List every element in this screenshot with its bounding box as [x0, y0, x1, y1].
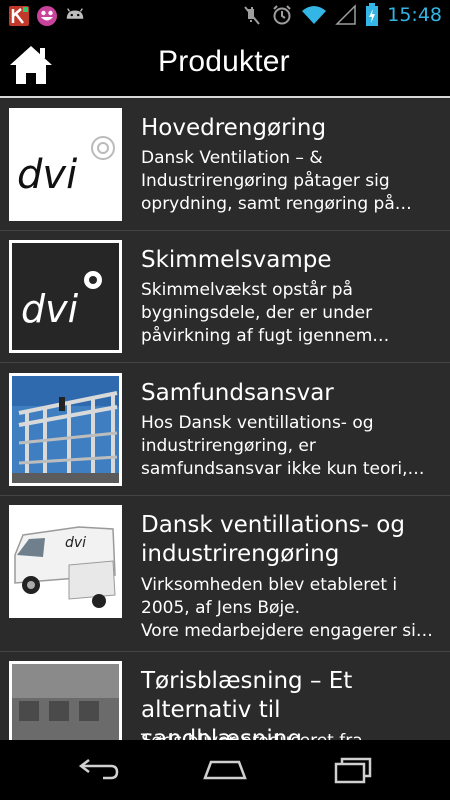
item-description: Virksomheden blev etableret i 2005, af J…: [141, 575, 433, 641]
svg-text:dvi: dvi: [65, 535, 86, 551]
item-title: Dansk ventillations- og industrirengørin…: [141, 512, 405, 567]
building-photo: [9, 661, 122, 740]
page-title: Produkter: [158, 45, 290, 78]
scaffolding-photo: [9, 373, 122, 486]
back-icon[interactable]: [73, 754, 121, 786]
svg-text:dvi: dvi: [17, 152, 77, 198]
recent-apps-icon[interactable]: [330, 754, 378, 786]
list-item-skimmelsvampe[interactable]: dvi Skimmelsvampe Skimmelvækst opstår på…: [0, 231, 450, 363]
item-title: Hovedrengøring: [141, 115, 327, 141]
alarm-icon: [273, 5, 291, 25]
item-title: Skimmelsvampe: [141, 247, 332, 273]
system-icons: 15:48: [241, 3, 442, 27]
navigation-bar: [0, 740, 450, 800]
svg-text:dvi: dvi: [21, 287, 79, 331]
list-item-torisblaesning[interactable]: Tørisblæsning – Et alternativ til sandbl…: [0, 652, 450, 740]
wifi-icon: [302, 6, 327, 24]
dvi-dark-thumbnail: dvi: [9, 240, 122, 353]
list-item-hovedrengoring[interactable]: dvi Hovedrengøring Dansk Ventilation – &…: [0, 98, 450, 231]
dvi-dark-logo-image: dvi: [9, 240, 122, 353]
action-bar: Produkter: [0, 33, 450, 97]
clock: 15:48: [387, 4, 442, 26]
list-item-dansk-ventillations[interactable]: dvi Dansk ventillations- og industrireng…: [0, 496, 450, 652]
list-item-samfundsansvar[interactable]: Samfundsansvar Hos Dansk ventillations- …: [0, 363, 450, 496]
building-thumbnail: [9, 661, 122, 740]
item-description: Skimmelvækst opstår på bygningsdele, der…: [141, 280, 390, 346]
item-description: Dansk Ventilation – & Industrirengøring …: [141, 148, 412, 214]
dvi-logo-image: dvi: [9, 108, 122, 221]
item-description: Tøris bliver produceret fra: [141, 730, 442, 740]
vans-thumbnail: dvi: [9, 505, 122, 618]
item-title: Samfundsansvar: [141, 380, 334, 406]
smiley-icon: [37, 6, 57, 26]
android-icon: [66, 8, 84, 19]
signal-icon: [335, 4, 356, 25]
dvi-vans-photo: dvi: [9, 505, 122, 618]
battery-icon: [366, 3, 379, 26]
scaffolding-thumbnail: [9, 373, 122, 486]
kaspersky-icon: [9, 6, 29, 26]
mute-icon: [244, 6, 261, 25]
notification-icons: [8, 5, 86, 27]
status-bar: 15:48: [0, 0, 450, 33]
item-description: Hos Dansk ventillations- og industrireng…: [141, 413, 425, 479]
home-icon[interactable]: [8, 43, 54, 87]
home-icon[interactable]: [201, 754, 249, 786]
product-list[interactable]: dvi Hovedrengøring Dansk Ventilation – &…: [0, 98, 450, 740]
dvi-logo-thumbnail: dvi: [9, 108, 122, 221]
